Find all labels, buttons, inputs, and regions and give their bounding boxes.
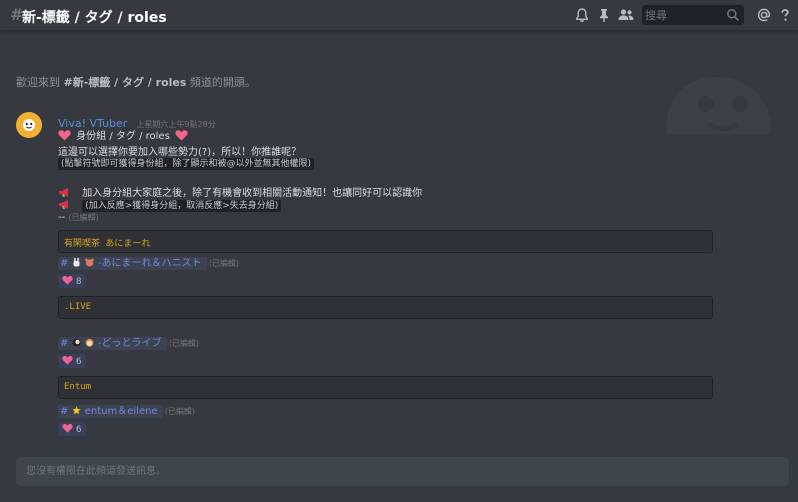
reaction-heart[interactable]: 6 [58,422,86,436]
channel-name: -あにまーれ＆ハニスト [97,258,202,269]
avatar-face-icon [23,119,35,131]
channel-name: entum＆eilene [84,406,158,417]
message-line: (加入反應>獲得身分組，取消反應>失去身分組) [58,198,282,212]
reaction-count: 8 [75,277,82,287]
search-input[interactable] [645,7,725,23]
channel-hash: # [60,338,69,349]
title-text: 身份組 / タグ / roles [76,131,170,142]
channel-hash: # [60,406,69,417]
help-icon[interactable] [777,7,793,23]
message-line: 加入身分組大家庭之後，除了有機會收到相關活動通知！也讓同好可以認識你 [58,184,422,199]
message-line: (點擊符號即可獲得身份組，除了顯示和被@以外並無其他權限) [58,156,315,170]
rabbit-icon [73,258,80,267]
at-icon[interactable] [756,7,772,23]
bell-icon[interactable] [574,7,590,23]
welcome-suffix: 頻道的開頭。 [189,76,256,89]
welcome-channel: #新-標籤 / タグ / roles [63,76,187,89]
search-box[interactable] [642,5,744,25]
bear-icon [84,258,94,267]
reaction-count: 6 [75,357,82,367]
channel-link[interactable]: # -あにまーれ＆ハニスト [58,257,207,270]
avatar[interactable] [16,112,42,138]
code-block: .LIVE [58,296,713,319]
pin-icon[interactable] [596,7,612,23]
channel-hash: # [60,258,69,269]
heart-icon [62,424,73,433]
channel-header: # 新-標籤 / タグ / roles [0,0,798,31]
channel-link[interactable]: # -どっとライブ [58,337,167,350]
channel-mention[interactable]: # -あにまーれ＆ハニスト (已編輯) [58,254,239,270]
heart-icon [62,276,73,285]
message-composer[interactable] [16,457,789,486]
search-icon [727,9,739,21]
separator-dashes: -- [58,212,66,223]
heart-icon [58,130,71,141]
heart-icon [175,130,188,141]
code-block: Entum [58,376,713,399]
welcome-prefix: 歡迎來到 [16,76,60,89]
channel-welcome: 歡迎來到 #新-標籤 / タグ / roles 頻道的開頭。 [16,74,256,90]
reaction-heart[interactable]: 6 [58,354,86,368]
line4-text: (加入反應>獲得身分組，取消反應>失去身分組) [82,200,282,212]
channel-name: -どっとライブ [97,338,162,349]
star-icon [71,406,81,415]
channel-title: 新-標籤 / タグ / roles [22,10,167,26]
megaphone-icon [59,200,68,209]
heart-icon [62,356,73,365]
highlighted-note: (點擊符號即可獲得身份組，除了顯示和被@以外並無其他權限) [58,158,315,170]
channel-link[interactable]: # entum＆eilene [58,405,163,418]
message-input[interactable] [26,464,766,479]
channel-mention[interactable]: # entum＆eilene (已編輯) [58,402,196,418]
edited-label: (已編輯) [168,339,199,348]
members-icon[interactable] [617,7,635,23]
megaphone-icon [59,188,68,197]
edited-label: (已編輯) [68,213,99,222]
edited-label: (已編輯) [208,259,239,268]
edited-label: (已編輯) [164,407,196,416]
message-line: -- (已編輯) [58,212,99,223]
reaction-count: 6 [75,425,82,435]
channel-watermark-icon [666,76,772,134]
code-block: 有閑喫茶 あにまーれ [58,230,713,253]
message-title: 身份組 / タグ / roles [58,127,188,142]
girl-emoji-icon [85,339,94,347]
avatar-emoji-icon [72,338,81,347]
reaction-heart[interactable]: 8 [58,274,86,288]
message-list: 歡迎來到 #新-標籤 / タグ / roles 頻道的開頭。 Viva! VTu… [0,32,798,452]
channel-mention[interactable]: # -どっとライブ (已編輯) [58,334,199,350]
